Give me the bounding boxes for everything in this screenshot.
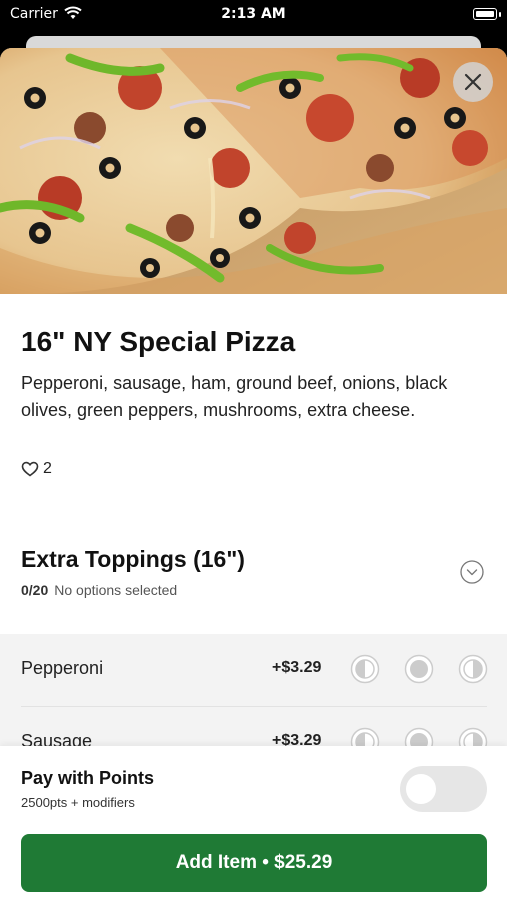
item-description: Pepperoni, sausage, ham, ground beef, on…	[21, 373, 448, 420]
like-count: 2	[43, 460, 52, 477]
checkout-footer: Pay with Points 2500pts + modifiers Add …	[0, 746, 507, 900]
right-half-icon[interactable]	[458, 654, 488, 684]
clock: 2:13 AM	[221, 6, 286, 22]
left-half-icon[interactable]	[350, 654, 380, 684]
close-icon	[464, 73, 482, 91]
status-bar: Carrier 2:13 AM	[0, 0, 507, 30]
toppings-selection-status: 0/20 No options selected	[21, 582, 177, 598]
pay-with-points-label: Pay with Points	[21, 768, 155, 788]
chevron-down-icon[interactable]	[460, 560, 484, 584]
topping-price: +$3.29	[272, 659, 322, 676]
list-item[interactable]: Pepperoni +$3.29	[0, 634, 507, 707]
close-button[interactable]	[453, 62, 493, 102]
like-button[interactable]: 2	[21, 460, 52, 478]
battery-icon	[473, 8, 497, 20]
app-screen: Carrier 2:13 AM 16" NY Special Pizza Pep…	[0, 0, 507, 900]
pizza-photo	[0, 48, 507, 294]
points-cost: 2500pts + modifiers	[21, 795, 135, 810]
toppings-section-title: Extra Toppings (16")	[21, 546, 245, 572]
pay-with-points-toggle[interactable]	[400, 766, 487, 812]
battery-tip	[499, 12, 501, 17]
add-item-button[interactable]: Add Item • $25.29	[21, 834, 487, 892]
topping-name: Pepperoni	[21, 658, 104, 678]
item-detail-sheet: 16" NY Special Pizza Pepperoni, sausage,…	[0, 48, 507, 900]
heart-icon	[21, 461, 39, 477]
selection-status: No options selected	[54, 582, 178, 598]
selection-count: 0/20	[21, 582, 49, 598]
item-title: 16" NY Special Pizza	[21, 326, 296, 357]
whole-icon[interactable]	[404, 654, 434, 684]
toggle-knob	[406, 774, 436, 804]
